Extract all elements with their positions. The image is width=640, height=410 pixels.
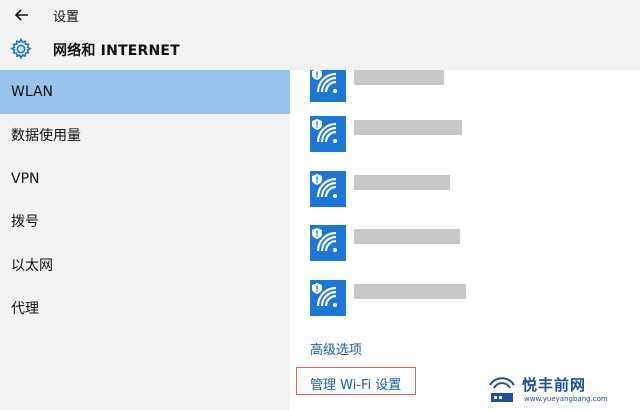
network-name <box>354 120 462 135</box>
network-item[interactable] <box>310 116 630 156</box>
arrow-left-icon <box>14 9 28 21</box>
watermark-text: 悦丰前网 <box>522 376 587 394</box>
sidebar-item-vpn[interactable]: VPN <box>0 157 290 201</box>
network-name <box>354 70 444 85</box>
page-header: 网络和 INTERNET <box>0 30 640 70</box>
sidebar-item-proxy[interactable]: 代理 <box>0 287 290 331</box>
title-bar: 设置 <box>0 0 640 30</box>
manage-wifi-settings-link[interactable]: 管理 Wi-Fi 设置 <box>310 374 401 393</box>
sidebar-item-data-usage[interactable]: 数据使用量 <box>0 114 290 158</box>
wifi-secured-icon <box>310 171 346 207</box>
network-item[interactable] <box>310 280 630 320</box>
sidebar-item-wlan[interactable]: WLAN <box>0 70 290 114</box>
watermark-logo: 悦丰前网 www.yueyangbang.com <box>480 368 640 410</box>
advanced-options-link[interactable]: 高级选项 <box>310 339 362 358</box>
sidebar: WLAN 数据使用量 VPN 拨号 以太网 代理 <box>0 70 290 410</box>
gear-icon <box>10 37 32 60</box>
window-title: 设置 <box>53 10 80 25</box>
sidebar-item-ethernet[interactable]: 以太网 <box>0 244 290 288</box>
router-icon <box>489 377 515 402</box>
network-name <box>354 284 466 299</box>
wifi-secured-icon <box>310 225 346 261</box>
network-name <box>354 175 450 190</box>
wifi-secured-icon <box>310 280 346 316</box>
wlan-content: 高级选项 管理 Wi-Fi 设置 <box>290 70 640 410</box>
network-name <box>354 229 460 244</box>
sidebar-item-dialup[interactable]: 拨号 <box>0 200 290 244</box>
watermark-url: www.yueyangbang.com <box>524 395 608 403</box>
network-item[interactable] <box>310 70 630 106</box>
back-button[interactable] <box>10 3 34 27</box>
network-item[interactable] <box>310 171 630 211</box>
network-item[interactable] <box>310 225 630 265</box>
wifi-secured-icon <box>310 116 346 152</box>
wifi-secured-icon <box>310 70 346 102</box>
page-title: 网络和 INTERNET <box>53 43 180 59</box>
